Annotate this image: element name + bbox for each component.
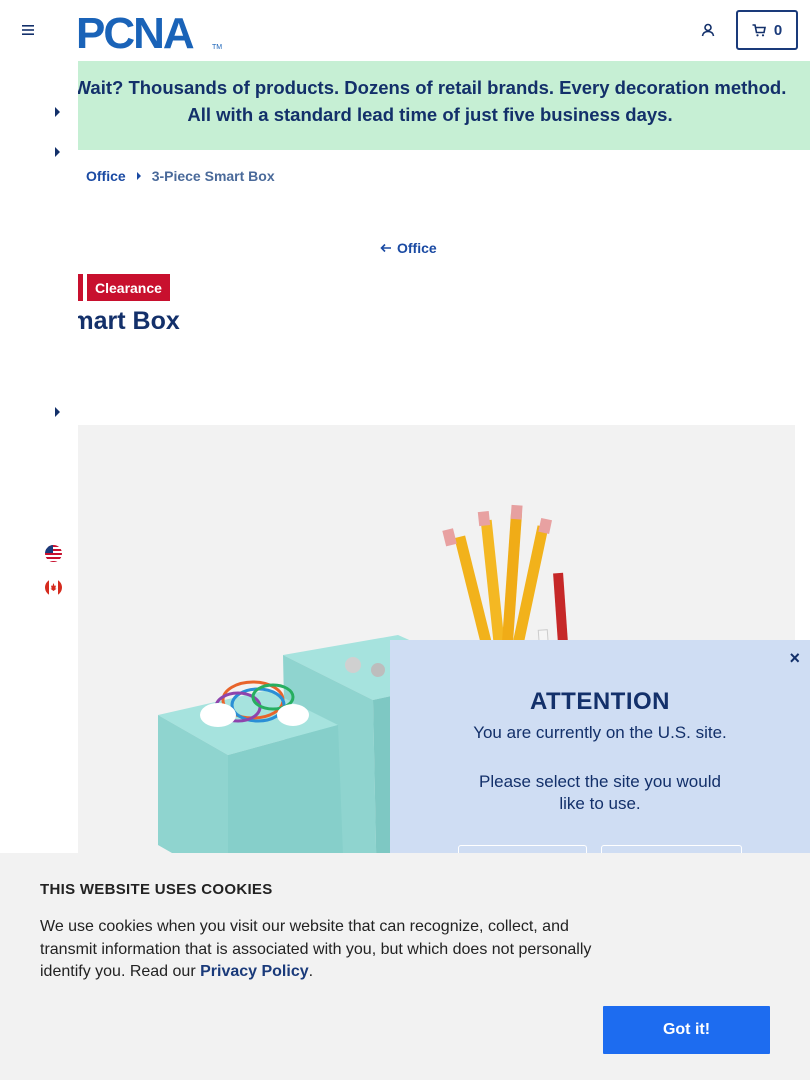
promo-banner: Wait? Thousands of products. Dozens of r… (0, 61, 810, 150)
cookie-body-end: . (308, 963, 314, 980)
modal-current-site-text: You are currently on the U.S. site. (473, 723, 727, 742)
back-to-office-link[interactable]: Office (380, 240, 437, 256)
site-select-modal: × ATTENTION You are currently on the U.S… (390, 640, 810, 855)
site-header: PCNA TM 0 (0, 0, 810, 61)
privacy-policy-link[interactable]: Privacy Policy (200, 963, 309, 980)
logo-trademark: TM (212, 44, 222, 51)
modal-instruction-text: Please select the site you would like to… (479, 772, 721, 813)
cookie-body: We use cookies when you visit our websit… (40, 916, 600, 984)
clearance-badge: Clearance (87, 274, 170, 301)
caret-right-icon[interactable] (52, 146, 62, 158)
caret-right-icon (136, 172, 141, 180)
caret-right-icon[interactable] (52, 406, 62, 418)
logo-text: PCNA (76, 11, 194, 51)
cookie-title: THIS WEBSITE USES COOKIES (40, 881, 273, 898)
canada-flag-icon[interactable] (45, 579, 62, 596)
cart-count: 0 (773, 21, 783, 39)
cart-icon (752, 23, 766, 36)
breadcrumb: Office 3-Piece Smart Box (86, 168, 275, 184)
cookie-body-text: We use cookies when you visit our websit… (40, 918, 592, 980)
arrow-left-icon (380, 243, 391, 253)
back-link-label: Office (397, 240, 437, 256)
close-icon[interactable]: × (789, 648, 800, 669)
accept-cookies-button[interactable]: Got it! (603, 1006, 770, 1054)
promo-text: Wait? Thousands of products. Dozens of r… (73, 77, 787, 125)
us-flag-icon[interactable] (45, 545, 62, 562)
caret-right-icon[interactable] (52, 106, 62, 118)
breadcrumb-current: 3-Piece Smart Box (151, 168, 275, 184)
pcna-logo[interactable]: PCNA TM (76, 9, 226, 58)
user-icon[interactable] (697, 19, 719, 41)
hamburger-menu-icon[interactable] (18, 20, 38, 40)
modal-title: ATTENTION (529, 688, 671, 715)
cookie-banner: THIS WEBSITE USES COOKIES We use cookies… (0, 853, 810, 1080)
cart-button[interactable]: 0 (736, 10, 798, 50)
breadcrumb-link-office[interactable]: Office (86, 168, 126, 184)
